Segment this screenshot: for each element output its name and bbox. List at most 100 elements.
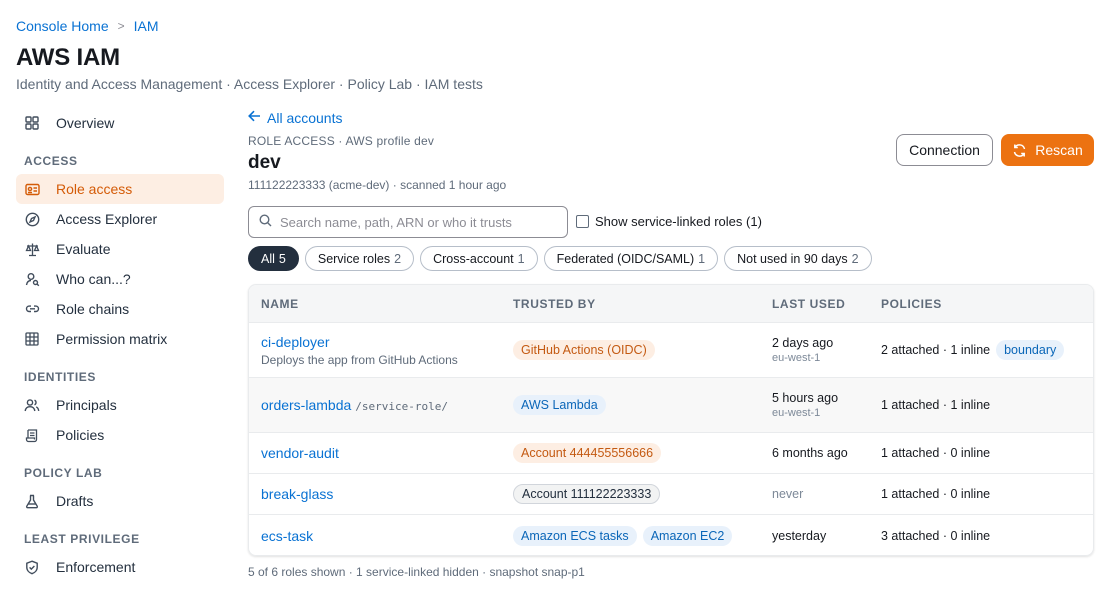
rescan-button[interactable]: Rescan — [1001, 134, 1094, 166]
chip-count: 5 — [278, 251, 286, 266]
role-name-link[interactable]: orders-lambda — [261, 397, 351, 413]
chip-label: Service roles — [317, 251, 391, 266]
filter-chip-service-roles[interactable]: Service roles 2 — [304, 246, 415, 271]
sidebar-item-label: Policies — [56, 427, 105, 443]
last-used-cell: 2 days ago eu-west-1 — [772, 323, 833, 377]
sidebar-item-principals[interactable]: Principals — [16, 390, 224, 420]
table-row[interactable]: vendor-audit Account 444455556666 6 mont… — [249, 433, 1093, 474]
sidebar-item-access-explorer[interactable]: Access Explorer — [16, 204, 224, 234]
chip-count: 2 — [851, 251, 859, 266]
policies-cell: 1 attached · 1 inline — [881, 378, 990, 432]
filter-chip-cross-account[interactable]: Cross-account 1 — [420, 246, 538, 271]
filter-chip-not-used[interactable]: Not used in 90 days 2 — [724, 246, 872, 271]
column-header-last-used[interactable]: LAST USED — [772, 297, 845, 311]
search-icon — [259, 214, 272, 230]
column-header-name[interactable]: NAME — [261, 297, 299, 311]
sidebar-item-enforcement[interactable]: Enforcement — [16, 552, 224, 582]
filter-chip-all[interactable]: All 5 — [248, 246, 299, 271]
policies-cell: 1 attached · 0 inline — [881, 474, 990, 514]
shield-icon — [24, 559, 40, 575]
table-row[interactable]: orders-lambda /service-role/ AWS Lambda … — [249, 378, 1093, 433]
sidebar-item-label: Overview — [56, 115, 115, 131]
user-search-icon — [24, 271, 40, 287]
sidebar-item-drafts[interactable]: Drafts — [16, 486, 224, 516]
role-name-link[interactable]: vendor-audit — [261, 445, 339, 461]
role-path: /service-role/ — [355, 400, 448, 413]
sidebar-item-label: Access Explorer — [56, 211, 158, 227]
account-title: dev — [248, 152, 281, 173]
page-title: AWS IAM — [16, 44, 120, 71]
back-to-all-accounts-link[interactable]: All accounts — [248, 109, 342, 126]
sidebar-item-label: Role access — [56, 181, 133, 197]
sidebar-item-evaluate[interactable]: Evaluate — [16, 234, 224, 264]
roles-table: NAME TRUSTED BY LAST USED POLICIES ci-de… — [248, 284, 1094, 556]
sidebar-section-policy-lab: POLICY LAB — [24, 466, 103, 480]
chip-count: 2 — [394, 251, 402, 266]
table-row[interactable]: ecs-task Amazon ECS tasks Amazon EC2 yes… — [249, 515, 1093, 555]
sidebar-item-who-can[interactable]: Who can...? — [16, 264, 224, 294]
sidebar-item-policies[interactable]: Policies — [16, 420, 224, 450]
role-name-link[interactable]: break-glass — [261, 486, 333, 502]
trust-tag: GitHub Actions (OIDC) — [513, 340, 655, 360]
rescan-label: Rescan — [1035, 142, 1083, 158]
show-service-linked-checkbox[interactable] — [576, 215, 589, 228]
arrow-left-icon — [248, 109, 261, 126]
last-used-cell: 5 hours ago eu-west-1 — [772, 378, 838, 432]
scale-icon — [24, 241, 40, 257]
sidebar-item-role-access[interactable]: Role access — [16, 174, 224, 204]
role-name-link[interactable]: ecs-task — [261, 528, 313, 544]
breadcrumb-console-home[interactable]: Console Home — [16, 18, 109, 34]
breadcrumb: Console Home > IAM — [16, 17, 159, 35]
trust-tag: Amazon EC2 — [642, 525, 733, 546]
search-box — [248, 206, 568, 238]
last-used-value: 6 months ago — [772, 446, 848, 460]
id-card-icon — [24, 181, 40, 197]
sidebar-item-permission-matrix[interactable]: Permission matrix — [16, 324, 224, 354]
chip-label: Federated (OIDC/SAML) — [556, 251, 695, 266]
role-name-link[interactable]: ci-deployer — [261, 334, 458, 350]
sidebar-item-role-chains[interactable]: Role chains — [16, 294, 224, 324]
trusted-by-cell: Amazon ECS tasks Amazon EC2 — [513, 515, 738, 555]
compass-icon — [24, 211, 40, 227]
sidebar-item-overview[interactable]: Overview — [16, 108, 224, 138]
role-name-cell: vendor-audit — [261, 433, 339, 473]
last-used-cell: yesterday — [772, 515, 826, 555]
section-overline: ROLE ACCESS · AWS profile dev — [248, 134, 435, 148]
refresh-icon — [1012, 143, 1027, 158]
show-service-linked-toggle[interactable]: Show service-linked roles (1) — [576, 214, 762, 229]
policies-summary: 3 attached · 0 inline — [881, 528, 991, 543]
chip-label: Cross-account — [433, 251, 514, 266]
trusted-by-cell: Account 444455556666 — [513, 433, 667, 473]
connection-button[interactable]: Connection — [896, 134, 993, 166]
sidebar-section-least-privilege: LEAST PRIVILEGE — [24, 532, 140, 546]
policies-summary: 2 attached · 1 inline — [881, 343, 991, 357]
chip-count: 1 — [698, 251, 706, 266]
trust-tag: Amazon ECS tasks — [513, 525, 637, 546]
last-used-value: never — [772, 487, 804, 501]
policies-cell: 2 attached · 1 inline boundary — [881, 323, 1070, 377]
chip-count: 1 — [517, 251, 525, 266]
breadcrumb-iam[interactable]: IAM — [134, 18, 159, 34]
last-used-region: eu-west-1 — [772, 352, 821, 364]
account-meta: 111122223333 (acme-dev) · scanned 1 hour… — [248, 178, 507, 192]
sidebar-section-identities: IDENTITIES — [24, 370, 97, 384]
search-input[interactable] — [280, 214, 550, 230]
sidebar-item-label: Role chains — [56, 301, 130, 317]
link-icon — [24, 301, 40, 317]
chip-label: Not used in 90 days — [737, 251, 848, 266]
breadcrumb-separator: > — [117, 19, 125, 33]
role-name-cell: ci-deployer Deploys the app from GitHub … — [261, 323, 458, 377]
policies-cell: 3 attached · 0 inline — [881, 515, 991, 555]
chip-label: All — [261, 251, 275, 266]
trust-tag: Account 111122223333 — [513, 484, 661, 504]
table-row[interactable]: ci-deployer Deploys the app from GitHub … — [249, 323, 1093, 378]
column-header-trusted-by[interactable]: TRUSTED BY — [513, 297, 596, 311]
filter-chip-federated[interactable]: Federated (OIDC/SAML) 1 — [543, 246, 719, 271]
table-row[interactable]: break-glass Account 111122223333 never 1… — [249, 474, 1093, 515]
column-header-policies[interactable]: POLICIES — [881, 297, 942, 311]
sidebar-item-label: Who can...? — [56, 271, 131, 287]
policies-summary: 1 attached · 1 inline — [881, 398, 991, 412]
show-service-linked-label: Show service-linked roles (1) — [595, 214, 762, 229]
users-icon — [24, 397, 40, 413]
scroll-icon — [24, 427, 40, 443]
